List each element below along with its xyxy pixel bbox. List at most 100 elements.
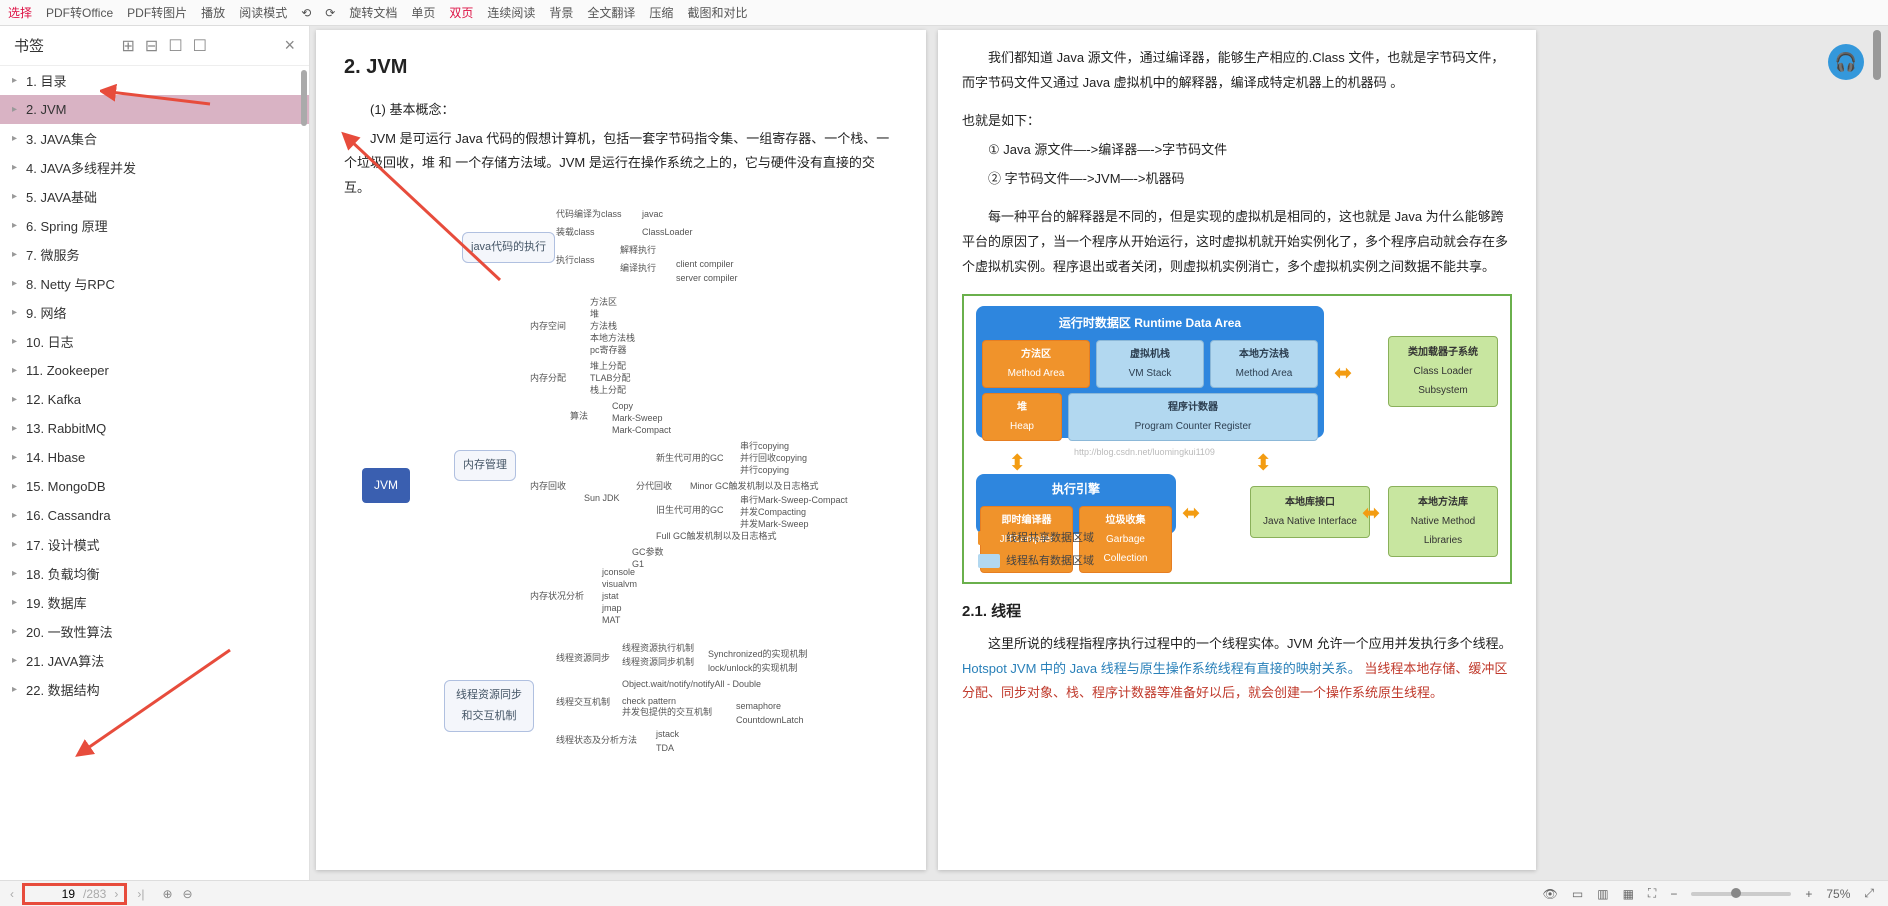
rotate-right-icon[interactable]: ⟳ xyxy=(325,6,335,20)
fullscreen-icon[interactable]: ⛶ xyxy=(1648,886,1656,901)
close-icon[interactable]: × xyxy=(284,35,295,56)
fit-width-icon[interactable]: ⊕ xyxy=(162,887,172,901)
step-text: ① Java 源文件—->编译器—->字节码文件 xyxy=(962,138,1512,163)
content-scrollbar[interactable] xyxy=(1870,26,1884,880)
bookmark-item[interactable]: 20. 一致性算法 xyxy=(0,617,309,646)
mm-leaf: CountdownLatch xyxy=(736,712,804,729)
view-grid-icon[interactable]: ▦ xyxy=(1623,887,1634,901)
prev-page-icon[interactable]: ‹ xyxy=(10,887,14,901)
diagram-box: 本地方法库Native Method Libraries xyxy=(1388,486,1498,557)
bookmark-item[interactable]: 18. 负载均衡 xyxy=(0,559,309,588)
bookmark-item[interactable]: 15. MongoDB xyxy=(0,472,309,501)
toolbar-play[interactable]: 播放 xyxy=(201,4,225,21)
bookmark-item[interactable]: 22. 数据结构 xyxy=(0,675,309,704)
assistant-float-icon[interactable]: 🎧 xyxy=(1828,44,1864,80)
bookmark-item[interactable]: 13. RabbitMQ xyxy=(0,414,309,443)
last-page-icon[interactable]: ›| xyxy=(137,887,144,901)
step-text: ② 字节码文件—->JVM—->机器码 xyxy=(962,167,1512,192)
toolbar-double-page[interactable]: 双页 xyxy=(449,4,473,21)
bookmark-list: 1. 目录 2. JVM 3. JAVA集合 4. JAVA多线程并发 5. J… xyxy=(0,66,309,880)
bookmark-item[interactable]: 3. JAVA集合 xyxy=(0,124,309,153)
jvm-mindmap: JVM java代码的执行 内存管理 线程资源同步和交互机制 代码编译为clas… xyxy=(356,200,916,760)
bookmark-collapse-icon[interactable]: ⊟ xyxy=(145,36,158,56)
mm-leaf: Mark-Compact xyxy=(612,422,671,439)
bookmark-item[interactable]: 7. 微服务 xyxy=(0,240,309,269)
bookmark-item[interactable]: 6. Spring 原理 xyxy=(0,211,309,240)
page-navigator: /283 › xyxy=(22,883,127,905)
mm-leaf: 编译执行 xyxy=(620,260,656,277)
bookmark-item[interactable]: 19. 数据库 xyxy=(0,588,309,617)
toolbar-select[interactable]: 选择 xyxy=(8,4,32,21)
zoom-slider[interactable] xyxy=(1691,892,1791,896)
mm-leaf: 分代回收 xyxy=(636,478,672,495)
arrow-icon: ⬍ xyxy=(1008,442,1026,484)
toolbar-pdf-office[interactable]: PDF转Office xyxy=(46,4,113,21)
diagram-box: 虚拟机栈VM Stack xyxy=(1096,340,1204,388)
expand-icon[interactable]: ⤢ xyxy=(1864,886,1874,901)
mm-leaf: pc寄存器 xyxy=(590,342,627,359)
subheading: (1) 基本概念： xyxy=(344,98,898,123)
next-page-icon[interactable]: › xyxy=(114,887,118,901)
watermark: http://blog.csdn.net/luomingkui1109 xyxy=(1074,444,1215,461)
mm-leaf: TDA xyxy=(656,740,674,757)
mm-node: java代码的执行 xyxy=(462,232,555,263)
bookmark-item[interactable]: 17. 设计模式 xyxy=(0,530,309,559)
diagram-box: 程序计数器Program Counter Register xyxy=(1068,393,1318,441)
toolbar-rotate[interactable]: 旋转文档 xyxy=(349,4,397,21)
mm-leaf: 旧生代可用的GC xyxy=(656,502,724,519)
mm-node: 线程资源同步和交互机制 xyxy=(444,680,534,732)
view-split-icon[interactable]: ▥ xyxy=(1597,887,1608,901)
arrow-icon: ⬌ xyxy=(1362,492,1380,534)
page-input[interactable] xyxy=(31,887,75,901)
mm-leaf: server compiler xyxy=(676,270,738,287)
sidebar-scrollbar[interactable] xyxy=(301,70,307,126)
bookmark-item[interactable]: 9. 网络 xyxy=(0,298,309,327)
paragraph: JVM 是可运行 Java 代码的假想计算机，包括一套字节码指令集、一组寄存器、… xyxy=(344,127,898,201)
bookmark-item[interactable]: 11. Zookeeper xyxy=(0,356,309,385)
toolbar-background[interactable]: 背景 xyxy=(549,4,573,21)
bookmark-item[interactable]: 21. JAVA算法 xyxy=(0,646,309,675)
arrow-icon: ⬍ xyxy=(1254,442,1272,484)
bookmark-item[interactable]: 14. Hbase xyxy=(0,443,309,472)
toolbar-continuous[interactable]: 连续阅读 xyxy=(487,4,535,21)
mm-leaf: 线程交互机制 xyxy=(556,694,610,711)
toolbar-screenshot[interactable]: 截图和对比 xyxy=(687,4,747,21)
toolbar-single-page[interactable]: 单页 xyxy=(411,4,435,21)
pdf-page-right: 我们都知道 Java 源文件，通过编译器，能够生产相应的.Class 文件，也就… xyxy=(938,30,1536,870)
rotate-left-icon[interactable]: ⟲ xyxy=(301,6,311,20)
page-total: /283 xyxy=(83,887,106,901)
mm-leaf: 代码编译为class xyxy=(556,206,622,223)
zoom-out-icon[interactable]: − xyxy=(1670,887,1677,901)
bookmark-item[interactable]: 2. JVM xyxy=(0,95,309,124)
fit-page-icon[interactable]: ⊖ xyxy=(183,887,193,901)
mm-leaf: javac xyxy=(642,206,663,223)
mm-leaf: 并发包提供的交互机制 xyxy=(622,704,712,721)
mm-leaf: MAT xyxy=(602,612,620,629)
bookmark-item[interactable]: 16. Cassandra xyxy=(0,501,309,530)
bookmark-item[interactable]: 1. 目录 xyxy=(0,66,309,95)
bookmark-item[interactable]: 4. JAVA多线程并发 xyxy=(0,153,309,182)
toolbar-translate[interactable]: 全文翻译 xyxy=(587,4,635,21)
mm-leaf: 并行copying xyxy=(740,462,789,479)
mm-leaf: 执行class xyxy=(556,252,595,269)
view-eye-icon[interactable]: 👁 xyxy=(1543,887,1558,901)
bookmark-item[interactable]: 5. JAVA基础 xyxy=(0,182,309,211)
bookmark-tag-icon[interactable]: ☐ xyxy=(193,36,207,56)
toolbar-pdf-image[interactable]: PDF转图片 xyxy=(127,4,187,21)
pdf-page-left: 2. JVM (1) 基本概念： JVM 是可运行 Java 代码的假想计算机，… xyxy=(316,30,926,870)
mm-leaf: ClassLoader xyxy=(642,224,693,241)
bookmark-expand-icon[interactable]: ⊞ xyxy=(122,36,135,56)
toolbar-read-mode[interactable]: 阅读模式 xyxy=(239,4,287,21)
mm-leaf: 内存状况分析 xyxy=(530,588,584,605)
bookmark-item[interactable]: 12. Kafka xyxy=(0,385,309,414)
mm-leaf: 算法 xyxy=(570,408,588,425)
view-mode-icon[interactable]: ▭ xyxy=(1572,887,1583,901)
bookmark-item[interactable]: 8. Netty 与RPC xyxy=(0,269,309,298)
top-toolbar: 选择 PDF转Office PDF转图片 播放 阅读模式 ⟲ ⟳ 旋转文档 单页… xyxy=(0,0,1888,26)
toolbar-compress[interactable]: 压缩 xyxy=(649,4,673,21)
mm-leaf: 解释执行 xyxy=(620,242,656,259)
bookmark-item[interactable]: 10. 日志 xyxy=(0,327,309,356)
zoom-in-icon[interactable]: + xyxy=(1805,887,1812,901)
bookmark-add-icon[interactable]: ☐ xyxy=(168,36,182,56)
diagram-box: 本地库接口Java Native Interface xyxy=(1250,486,1370,538)
